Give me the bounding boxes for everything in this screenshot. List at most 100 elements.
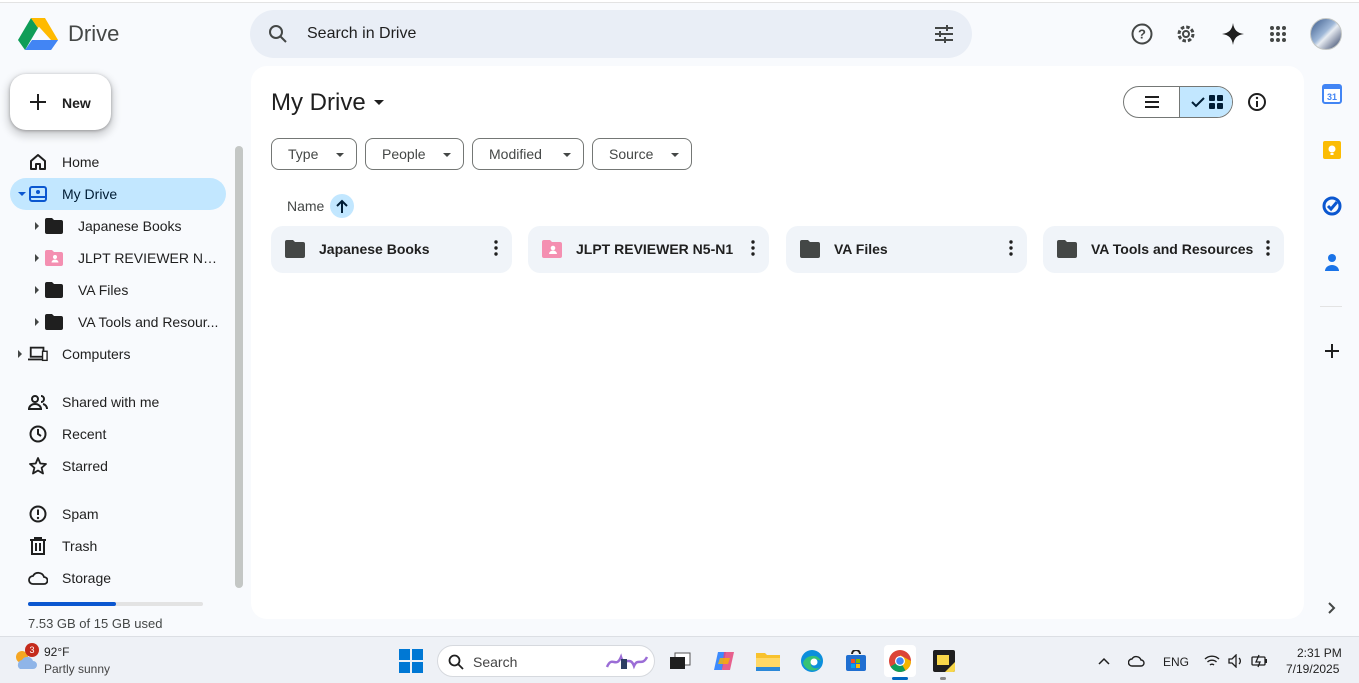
tasks-icon[interactable] xyxy=(1320,194,1344,218)
sidebar-item-starred[interactable]: Starred xyxy=(0,450,240,482)
shared-folder-icon xyxy=(44,248,64,268)
star-icon xyxy=(28,456,48,476)
list-view-button[interactable] xyxy=(1124,87,1179,117)
expand-panel-chevron-icon[interactable] xyxy=(1320,596,1344,620)
search-icon[interactable] xyxy=(268,24,288,49)
apps-grid-icon[interactable] xyxy=(1266,22,1290,46)
expand-caret-icon[interactable] xyxy=(35,222,39,230)
folder-icon xyxy=(44,280,64,300)
more-options-icon[interactable] xyxy=(1009,240,1013,261)
sidebar-item-my-drive[interactable]: My Drive xyxy=(0,178,240,210)
sidebar-item-shared-with-me[interactable]: Shared with me xyxy=(0,386,240,418)
filter-modified-chip[interactable]: Modified xyxy=(472,138,584,170)
gemini-sparkle-icon[interactable] xyxy=(1221,22,1245,46)
sidebar-item-trash[interactable]: Trash xyxy=(0,530,240,562)
sidebar-item-spam[interactable]: Spam xyxy=(0,498,240,530)
sidebar-folder-japanese-books[interactable]: Japanese Books xyxy=(0,210,240,242)
sidebar-folder-jlpt-reviewer[interactable]: JLPT REVIEWER N5-N1 xyxy=(0,242,240,274)
filter-people-chip[interactable]: People xyxy=(365,138,464,170)
taskbar-search[interactable]: Search xyxy=(437,645,655,677)
contacts-icon[interactable] xyxy=(1320,250,1344,274)
check-icon xyxy=(1191,97,1205,108)
search-options-icon[interactable] xyxy=(934,24,954,49)
expand-caret-icon[interactable] xyxy=(18,350,22,358)
filter-source-chip[interactable]: Source xyxy=(592,138,692,170)
sidebar-item-recent[interactable]: Recent xyxy=(0,418,240,450)
home-icon xyxy=(28,152,48,172)
task-view-icon[interactable] xyxy=(664,645,696,677)
calendar-icon[interactable]: 31 xyxy=(1320,82,1344,106)
sidebar-item-label: Recent xyxy=(62,426,107,442)
info-icon[interactable] xyxy=(1247,92,1267,117)
computers-icon xyxy=(28,344,48,364)
onedrive-cloud-icon[interactable] xyxy=(1123,645,1151,677)
search-input[interactable]: Search in Drive xyxy=(307,25,416,43)
volume-icon[interactable] xyxy=(1224,645,1248,677)
dropdown-arrow-icon xyxy=(336,153,344,157)
folder-card[interactable]: VA Tools and Resources xyxy=(1043,226,1284,273)
sidebar-folder-va-files[interactable]: VA Files xyxy=(0,274,240,306)
search-icon xyxy=(448,654,464,670)
sort-by-name-header[interactable]: Name xyxy=(287,194,355,218)
drive-logo[interactable]: Drive xyxy=(18,16,119,52)
search-bar[interactable]: Search in Drive xyxy=(250,10,972,58)
more-options-icon[interactable] xyxy=(1266,240,1270,261)
sidebar-item-storage[interactable]: Storage xyxy=(0,562,240,594)
account-avatar[interactable] xyxy=(1310,18,1342,50)
language-indicator[interactable]: ENG xyxy=(1163,655,1189,669)
chrome-browser-icon[interactable] xyxy=(884,645,916,677)
expand-caret-icon[interactable] xyxy=(35,286,39,294)
chevron-down-icon xyxy=(373,100,384,105)
wifi-icon[interactable] xyxy=(1200,645,1224,677)
more-options-icon[interactable] xyxy=(494,240,498,261)
copilot-icon[interactable] xyxy=(708,645,740,677)
weather-temp[interactable]: 92°F xyxy=(44,645,69,659)
expand-caret-icon[interactable] xyxy=(35,318,39,326)
divider xyxy=(1320,306,1342,307)
help-icon[interactable]: ? xyxy=(1130,22,1154,46)
show-hidden-icons-chevron-icon[interactable] xyxy=(1090,645,1118,677)
sidebar-folder-va-tools[interactable]: VA Tools and Resour... xyxy=(0,306,240,338)
folder-card[interactable]: VA Files xyxy=(786,226,1027,273)
sidebar-item-label: Computers xyxy=(62,346,131,362)
sidebar-item-home[interactable]: Home xyxy=(0,146,240,178)
sidebar-item-label: Spam xyxy=(62,506,99,522)
page-title-dropdown[interactable]: My Drive xyxy=(271,89,384,117)
sidebar-folder-label: JLPT REVIEWER N5-N1 xyxy=(78,250,220,266)
dropdown-arrow-icon xyxy=(671,153,679,157)
spam-alert-icon xyxy=(28,504,48,524)
sidebar-item-label: Trash xyxy=(62,538,98,554)
sidebar-scrollbar[interactable] xyxy=(235,146,243,588)
keep-icon[interactable] xyxy=(1320,138,1344,162)
sidebar-item-computers[interactable]: Computers xyxy=(0,338,240,370)
battery-charging-icon[interactable] xyxy=(1248,645,1272,677)
new-button[interactable]: New xyxy=(10,74,111,130)
sort-label: Name xyxy=(287,198,325,214)
filter-type-chip[interactable]: Type xyxy=(271,138,357,170)
sidebar-item-label: My Drive xyxy=(62,186,118,202)
folder-name: VA Files xyxy=(834,241,888,257)
clock-time[interactable]: 2:31 PM xyxy=(1297,646,1342,660)
clock-date[interactable]: 7/19/2025 xyxy=(1286,662,1339,676)
windows-start-icon[interactable] xyxy=(395,645,427,677)
folder-card[interactable]: JLPT REVIEWER N5-N1 xyxy=(528,226,769,273)
grid-view-button[interactable] xyxy=(1179,87,1232,117)
weather-description[interactable]: Partly sunny xyxy=(44,662,110,676)
microsoft-store-icon[interactable] xyxy=(840,645,872,677)
weather-badge: 3 xyxy=(25,643,39,657)
expand-caret-icon[interactable] xyxy=(18,192,26,196)
sort-ascending-icon[interactable] xyxy=(330,194,355,218)
sidebar-item-label: Home xyxy=(62,154,100,170)
more-options-icon[interactable] xyxy=(751,240,755,261)
expand-caret-icon[interactable] xyxy=(35,254,39,262)
add-addon-plus-icon[interactable] xyxy=(1320,339,1344,363)
settings-gear-icon[interactable] xyxy=(1174,22,1198,46)
edge-browser-icon[interactable] xyxy=(796,645,828,677)
new-button-label: New xyxy=(62,95,91,111)
file-explorer-icon[interactable] xyxy=(752,645,784,677)
folder-card[interactable]: Japanese Books xyxy=(271,226,512,273)
folder-name: JLPT REVIEWER N5-N1 xyxy=(576,241,734,257)
clock-icon xyxy=(28,424,48,444)
sticky-notes-icon[interactable] xyxy=(928,645,960,677)
view-toggle[interactable] xyxy=(1123,86,1233,118)
